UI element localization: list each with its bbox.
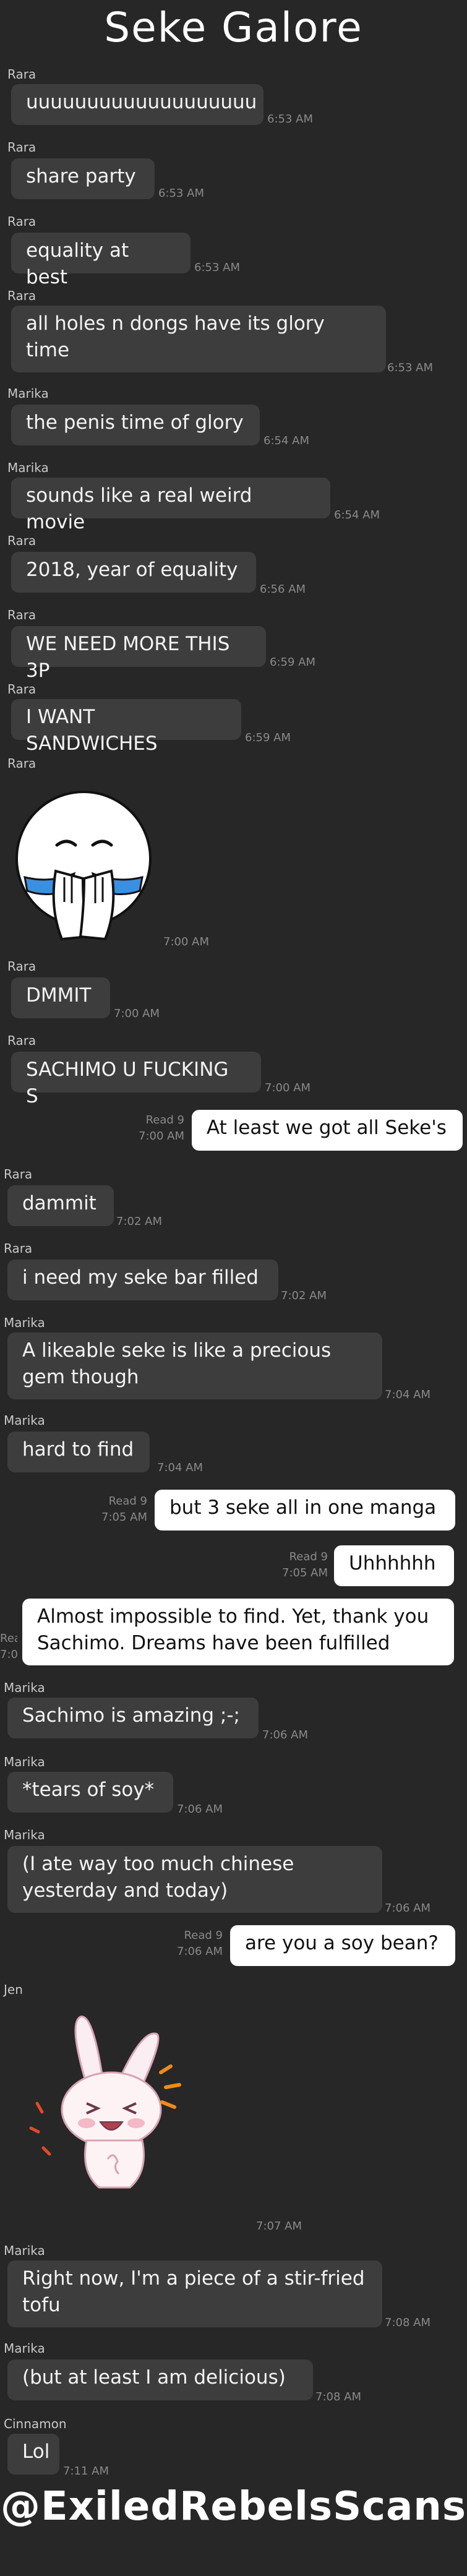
message-bubble-outgoing[interactable]: but 3 seke all in one manga [155, 1490, 455, 1531]
message-sender: Rara [7, 959, 36, 974]
message-sender: Marika [4, 2341, 45, 2356]
message-sender: Marika [4, 1413, 45, 1428]
message-time: 6:59 AM [245, 731, 291, 744]
message-sender: Marika [4, 1827, 45, 1842]
message-bubble[interactable]: *tears of soy* [7, 1772, 173, 1813]
message-time: 6:56 AM [260, 583, 306, 596]
message-sender: Cinnamon [4, 2416, 67, 2431]
read-count: Read 9 [145, 1114, 184, 1127]
message-sender: Rara [7, 1033, 36, 1048]
message-time: 7:00 AM [139, 1130, 184, 1143]
message-sender: Rara [7, 533, 36, 548]
read-receipt: Read 9 7:00 AM [111, 1112, 184, 1144]
message-time: 7:05 AM [282, 1566, 328, 1579]
message-time: 6:53 AM [158, 187, 204, 200]
message-bubble-outgoing[interactable]: Almost impossible to find. Yet, thank yo… [22, 1599, 454, 1665]
message-bubble[interactable]: (but at least I am delicious) [7, 2359, 313, 2400]
message-bubble[interactable]: dammit [7, 1185, 114, 1226]
message-time: 6:59 AM [270, 656, 315, 669]
message-time: 7:06 AM [177, 1945, 223, 1958]
message-bubble[interactable]: i need my seke bar filled [7, 1260, 278, 1300]
message-bubble[interactable]: A likeable seke is like a precious gem t… [7, 1333, 382, 1399]
read-receipt: Read 9 7:05 AM [74, 1493, 147, 1526]
message-time: 6:53 AM [267, 113, 313, 126]
message-bubble[interactable]: Lol [7, 2434, 59, 2475]
message-sender: Marika [4, 1754, 45, 1769]
read-count: Read 9 [289, 1550, 328, 1563]
message-bubble[interactable]: hard to find [7, 1432, 150, 1472]
message-sender: Rara [4, 1167, 33, 1182]
message-bubble[interactable]: all holes n dongs have its glory time [11, 306, 386, 372]
message-time: 7:00 AM [114, 1007, 160, 1020]
chat-screen: Seke Galore Rara uuuuuuuuuuuuuuuuuuu 6:5… [0, 0, 467, 2576]
message-sender: Jen [4, 1982, 23, 1997]
message-time: 7:06 AM [262, 1728, 308, 1741]
message-time: 6:54 AM [334, 509, 380, 522]
message-sender: Rara [7, 67, 36, 82]
read-receipt: Read 9 7:05 AM [0, 1631, 17, 1663]
message-sender: Rara [7, 214, 36, 229]
chat-title: Seke Galore [104, 4, 363, 51]
message-bubble[interactable]: Sachimo is amazing ;-; [7, 1698, 259, 1738]
message-bubble[interactable]: SACHIMO U FUCKING S [11, 1052, 261, 1107]
laughing-bunny-sticker[interactable] [19, 2011, 204, 2196]
message-sender: Rara [7, 756, 36, 771]
message-time: 7:00 AM [265, 1081, 311, 1094]
message-time: 6:54 AM [263, 434, 309, 447]
message-bubble[interactable]: DMMIT [11, 977, 110, 1018]
message-bubble[interactable]: the penis time of glory [11, 405, 260, 445]
message-sender: Rara [7, 140, 36, 155]
message-time: 7:07 AM [256, 2220, 302, 2233]
message-bubble[interactable]: Right now, I'm a piece of a stir-fried t… [7, 2260, 382, 2327]
read-count: Read 9 [0, 1632, 17, 1645]
message-bubble-outgoing[interactable]: Uhhhhhh [334, 1545, 454, 1586]
message-sender: Marika [7, 386, 49, 401]
message-sender: Marika [7, 460, 49, 475]
message-sender: Marika [4, 1680, 45, 1695]
message-bubble[interactable]: (I ate way too much chinese yesterday an… [7, 1846, 382, 1913]
message-time: 7:05 AM [0, 1648, 17, 1661]
message-sender: Marika [4, 1315, 45, 1330]
message-time: 7:04 AM [157, 1461, 203, 1474]
read-count: Read 9 [108, 1495, 147, 1508]
message-bubble[interactable]: uuuuuuuuuuuuuuuuuuu [11, 84, 263, 125]
message-time: 7:00 AM [163, 935, 209, 948]
message-time: 7:06 AM [177, 1803, 223, 1816]
message-bubble[interactable]: 2018, year of equality [11, 552, 256, 593]
message-time: 7:05 AM [101, 1511, 147, 1524]
read-count: Read 9 [184, 1929, 223, 1942]
watermark-text: @ExiledRebelsScans [1, 2484, 466, 2530]
message-sender: Marika [4, 2243, 45, 2258]
message-time: 7:08 AM [315, 2390, 361, 2403]
message-bubble[interactable]: WE NEED MORE THIS 3P [11, 626, 266, 682]
message-time: 7:11 AM [63, 2465, 109, 2478]
message-sender: Rara [7, 288, 36, 303]
message-bubble-outgoing[interactable]: are you a soy bean? [230, 1925, 455, 1966]
message-bubble-outgoing[interactable]: At least we got all Seke's [192, 1110, 463, 1151]
message-bubble[interactable]: equality at best [11, 233, 191, 288]
crying-face-sticker[interactable] [12, 784, 155, 951]
message-time: 7:04 AM [385, 1388, 431, 1401]
read-receipt: Read 9 7:05 AM [255, 1549, 328, 1581]
message-time: 7:02 AM [281, 1289, 327, 1302]
message-bubble[interactable]: share party [11, 158, 155, 199]
message-sender: Rara [4, 1241, 33, 1256]
message-time: 7:08 AM [385, 2316, 431, 2329]
message-bubble[interactable]: I WANT SANDWICHES [11, 699, 241, 755]
message-time: 7:02 AM [116, 1215, 162, 1228]
message-time: 6:53 AM [194, 261, 240, 274]
message-time: 6:53 AM [387, 361, 433, 374]
message-bubble[interactable]: sounds like a real weird movie [11, 478, 330, 533]
read-receipt: Read 9 7:06 AM [150, 1928, 223, 1960]
message-sender: Rara [7, 682, 36, 697]
message-time: 7:06 AM [385, 1902, 431, 1915]
message-sender: Rara [7, 608, 36, 622]
